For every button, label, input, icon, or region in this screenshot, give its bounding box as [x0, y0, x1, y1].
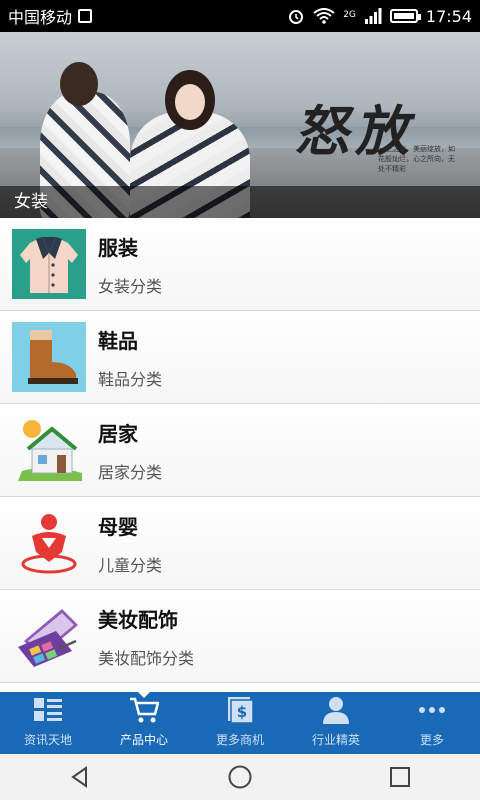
banner-subtext: 一生之中，美丽绽放，如花般灿烂，心之所向，无处不精彩: [378, 145, 455, 173]
boot-icon: [12, 322, 86, 392]
recents-square-icon: [390, 767, 410, 787]
tab-news[interactable]: 资讯天地: [0, 692, 96, 754]
alarm-icon: [289, 10, 304, 24]
back-triangle-icon: [71, 766, 87, 788]
baby-icon: [12, 508, 86, 578]
more-dots-icon: [417, 695, 447, 725]
category-row-shoes[interactable]: 鞋品 鞋品分类: [0, 311, 480, 404]
category-list: 服装 女装分类 鞋品 鞋品分类 居家 居家分类 母婴 儿童分类 美妆配饰 美妆配…: [0, 218, 480, 683]
banner[interactable]: 怒放 一生之中，美丽绽放，如花般灿烂，心之所向，无处不精彩 女装: [0, 32, 480, 218]
category-title: 母婴: [98, 514, 138, 539]
carrier-label: 中国移动: [8, 8, 73, 27]
battery-icon: [389, 9, 421, 23]
category-title: 美妆配饰: [98, 607, 178, 632]
signal-icon: [364, 8, 382, 24]
back-button[interactable]: [50, 757, 110, 797]
category-row-beauty[interactable]: 美妆配饰 美妆配饰分类: [0, 590, 480, 683]
tab-label: 更多: [419, 733, 444, 747]
category-title: 鞋品: [98, 328, 138, 353]
jacket-icon: [12, 229, 86, 299]
status-bar: 中国移动 2G 17:54: [0, 0, 480, 32]
shopping-cart-icon: [129, 695, 159, 725]
model-left-head: [60, 62, 98, 106]
house-icon: [12, 415, 86, 485]
wifi-icon: [313, 8, 335, 24]
model-right-face: [175, 84, 205, 120]
tab-label: 产品中心: [119, 733, 168, 747]
system-nav-bar: [0, 754, 480, 800]
clock: 17:54: [425, 6, 472, 26]
svg-text:$: $: [237, 703, 247, 721]
tab-label: 更多商机: [215, 733, 264, 747]
tab-products[interactable]: 产品中心: [96, 692, 192, 754]
category-row-clothing[interactable]: 服装 女装分类: [0, 218, 480, 311]
category-subtitle: 美妆配饰分类: [98, 648, 195, 668]
home-circle-icon: [228, 765, 252, 789]
category-subtitle: 居家分类: [98, 462, 163, 482]
tab-elite[interactable]: 行业精英: [288, 692, 384, 754]
home-button[interactable]: [210, 757, 270, 797]
tab-label: 资讯天地: [23, 733, 72, 747]
person-icon: [321, 695, 351, 725]
category-title: 居家: [98, 421, 138, 446]
category-row-home[interactable]: 居家 居家分类: [0, 404, 480, 497]
category-row-baby[interactable]: 母婴 儿童分类: [0, 497, 480, 590]
category-subtitle: 鞋品分类: [98, 369, 163, 389]
bottom-tab-bar: 资讯天地 产品中心 $ 更多商机 行业精英 更多: [0, 692, 480, 754]
tab-opportunities[interactable]: $ 更多商机: [192, 692, 288, 754]
category-subtitle: 女装分类: [98, 276, 163, 296]
recents-button[interactable]: [370, 757, 430, 797]
news-list-icon: [33, 695, 63, 725]
tab-label: 行业精英: [311, 733, 360, 747]
dollar-document-icon: $: [225, 695, 255, 725]
tab-more[interactable]: 更多: [384, 692, 480, 754]
sim-icon: [78, 9, 93, 23]
category-subtitle: 儿童分类: [98, 555, 163, 575]
network-type: 2G: [343, 9, 356, 20]
banner-caption: 女装: [0, 186, 480, 218]
category-title: 服装: [98, 235, 138, 260]
makeup-palette-icon: [12, 601, 86, 671]
